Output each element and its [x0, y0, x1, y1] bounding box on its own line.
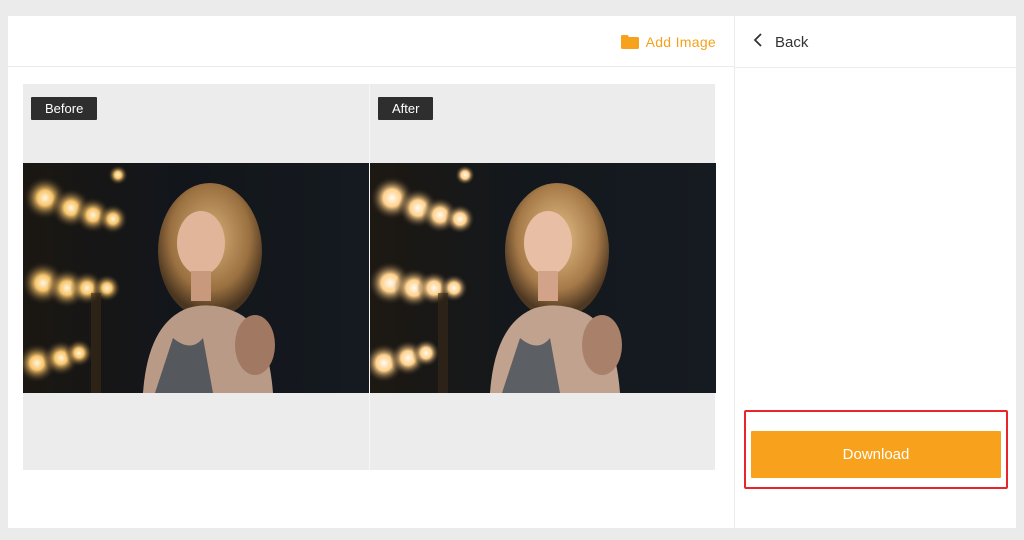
- before-panel: Before: [23, 84, 369, 470]
- add-image-button[interactable]: Add Image: [620, 32, 716, 52]
- after-image: [370, 163, 716, 393]
- chevron-left-icon: [753, 32, 763, 52]
- editor-pane: Add Image Before After: [8, 16, 734, 528]
- add-image-label: Add Image: [645, 34, 716, 50]
- back-label: Back: [775, 33, 809, 51]
- after-tag: After: [378, 97, 434, 120]
- before-image: [23, 163, 369, 393]
- editor-toolbar: Add Image: [8, 16, 734, 67]
- app-frame: Add Image Before After Back Download: [8, 16, 1017, 528]
- folder-icon: [620, 35, 639, 49]
- side-panel: Back Download: [734, 16, 1017, 528]
- before-tag: Before: [31, 97, 98, 120]
- divider: [735, 67, 1017, 68]
- download-button[interactable]: Download: [751, 431, 1001, 478]
- back-button[interactable]: Back: [753, 31, 808, 53]
- after-panel: After: [369, 84, 716, 470]
- before-after-compare: Before After: [23, 84, 716, 470]
